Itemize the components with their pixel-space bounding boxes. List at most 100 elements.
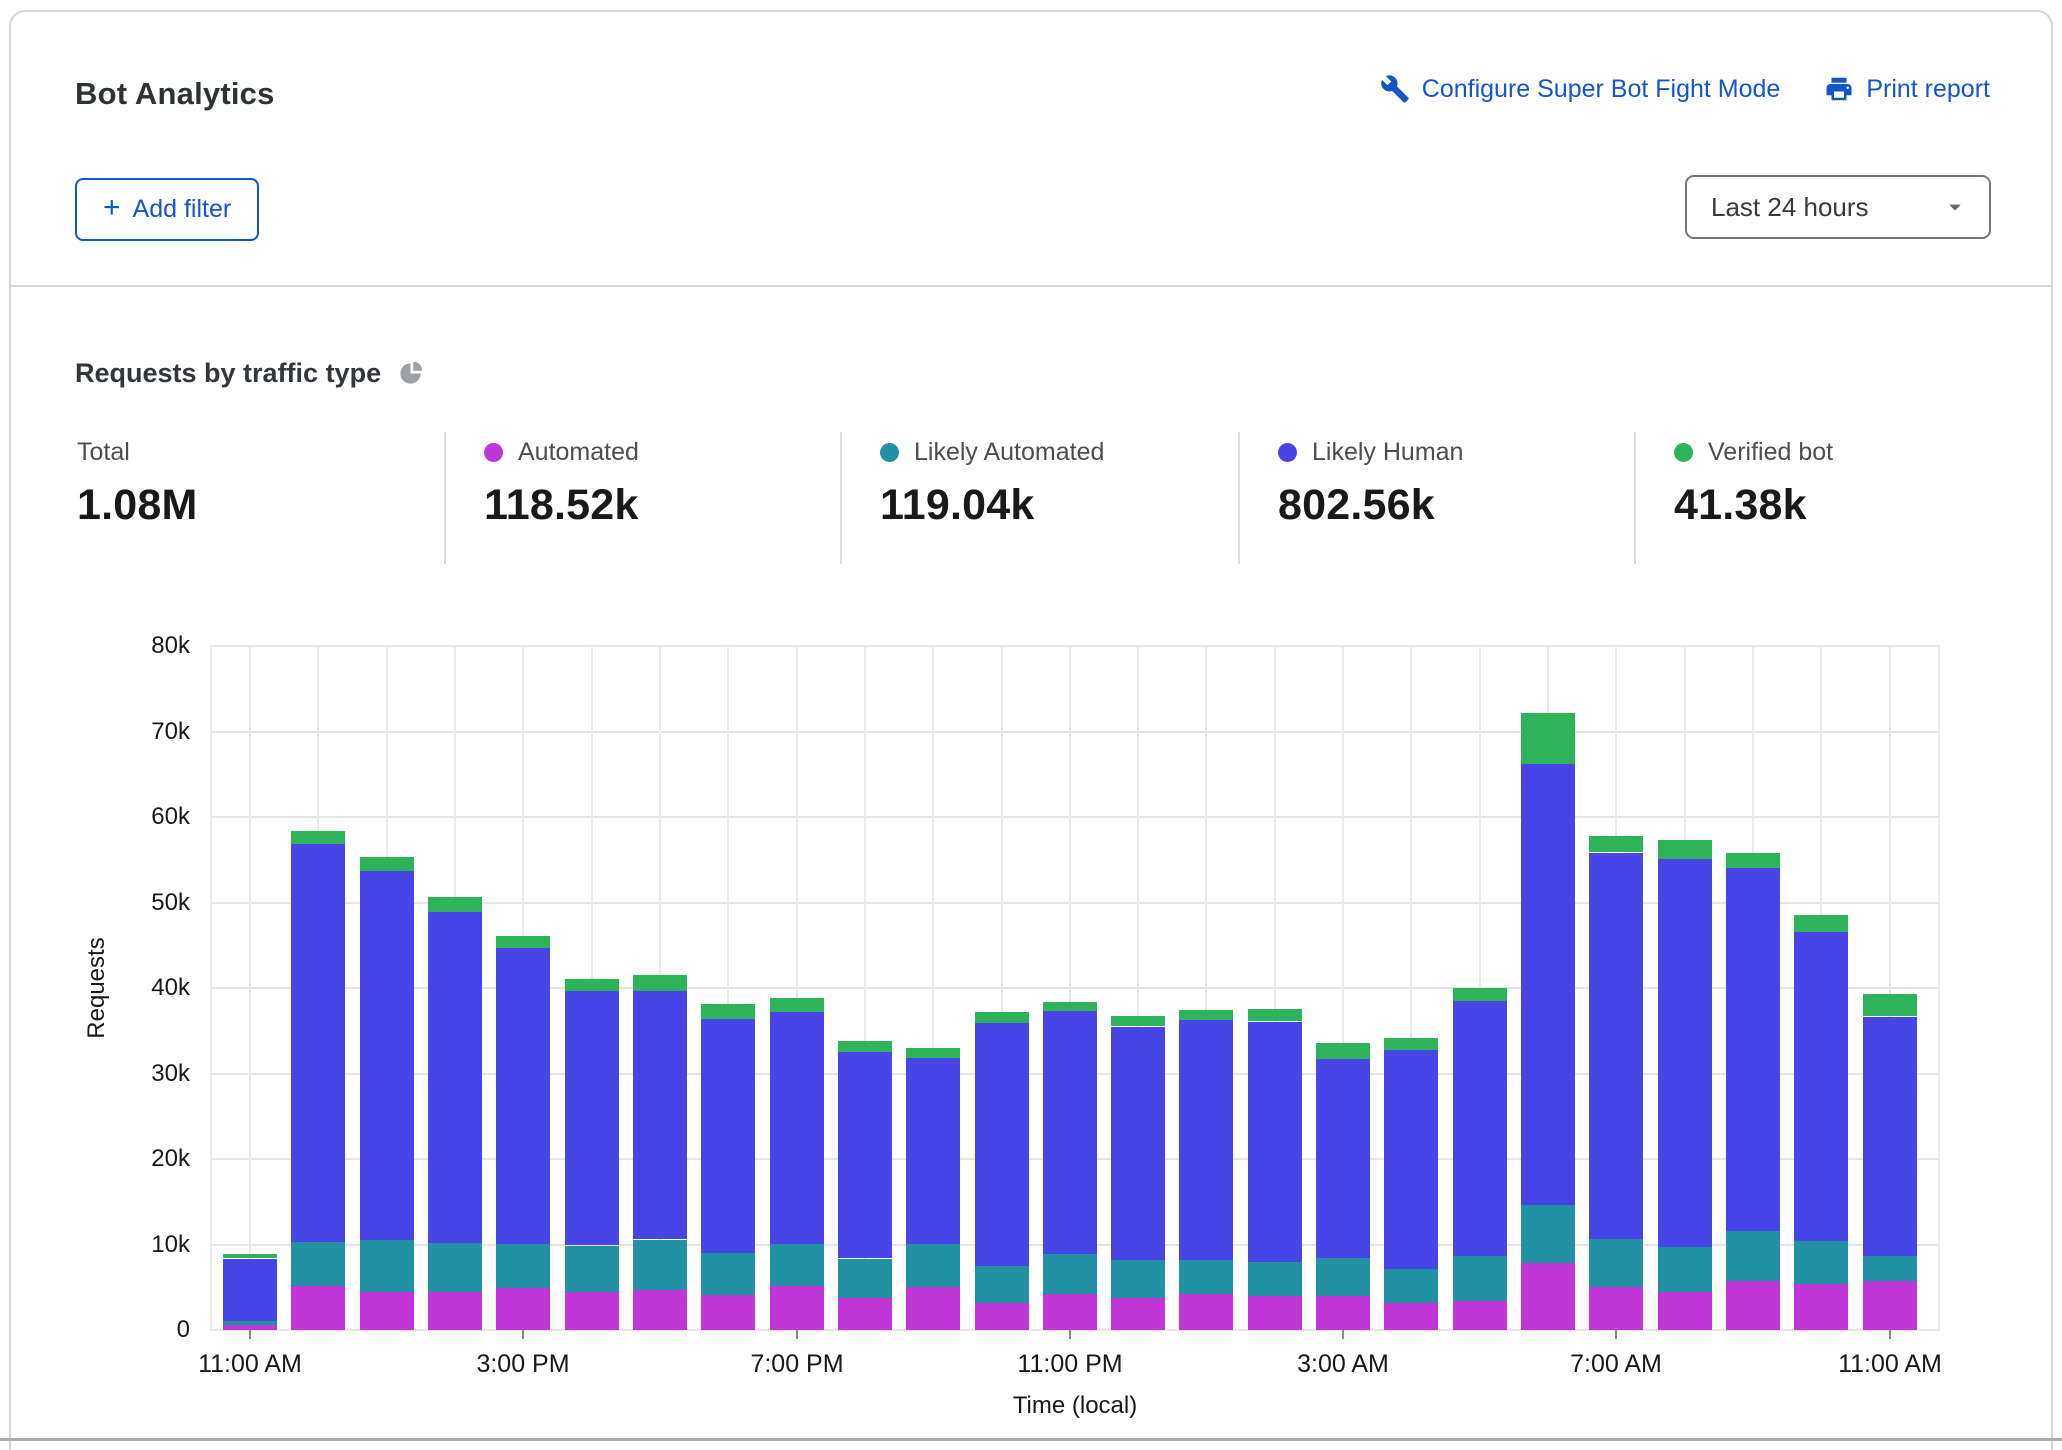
bar-segment-likely-automated[interactable]: [496, 1244, 550, 1288]
bar-segment-likely-human[interactable]: [1179, 1020, 1233, 1260]
bar-segment-automated[interactable]: [1384, 1303, 1438, 1330]
bar-segment-likely-automated[interactable]: [1453, 1256, 1507, 1301]
bar-segment-likely-automated[interactable]: [1179, 1260, 1233, 1294]
bar-segment-likely-automated[interactable]: [633, 1240, 687, 1290]
bar-segment-automated[interactable]: [496, 1288, 550, 1330]
bar-segment-likely-automated[interactable]: [1248, 1262, 1302, 1296]
bar-segment-automated[interactable]: [838, 1298, 892, 1330]
bar-segment-automated[interactable]: [1316, 1296, 1370, 1330]
bar-segment-automated[interactable]: [565, 1292, 619, 1330]
bar-segment-likely-human[interactable]: [1248, 1022, 1302, 1262]
bar-segment-likely-human[interactable]: [770, 1012, 824, 1244]
bar-segment-likely-automated[interactable]: [1794, 1241, 1848, 1284]
bar-segment-verified-bot[interactable]: [1658, 840, 1712, 859]
bar-segment-likely-automated[interactable]: [565, 1246, 619, 1292]
bar-segment-likely-human[interactable]: [1658, 859, 1712, 1247]
bar-segment-verified-bot[interactable]: [906, 1048, 960, 1058]
bar-segment-verified-bot[interactable]: [428, 897, 482, 912]
bar-segment-automated[interactable]: [770, 1286, 824, 1330]
bar-segment-likely-human[interactable]: [838, 1052, 892, 1258]
bar-segment-likely-human[interactable]: [1589, 853, 1643, 1239]
bar-segment-verified-bot[interactable]: [1384, 1038, 1438, 1050]
bar-segment-automated[interactable]: [1248, 1296, 1302, 1330]
bar-segment-likely-human[interactable]: [1316, 1059, 1370, 1258]
bar-segment-verified-bot[interactable]: [1111, 1016, 1165, 1026]
bar-segment-likely-human[interactable]: [360, 871, 414, 1240]
bar-segment-likely-human[interactable]: [1453, 1001, 1507, 1256]
bar-segment-likely-human[interactable]: [906, 1058, 960, 1244]
bar-segment-verified-bot[interactable]: [838, 1041, 892, 1052]
bar-segment-automated[interactable]: [1589, 1287, 1643, 1330]
bar-segment-likely-automated[interactable]: [1863, 1255, 1917, 1281]
bar-segment-verified-bot[interactable]: [1248, 1009, 1302, 1021]
bar-segment-likely-automated[interactable]: [770, 1243, 824, 1286]
bar-segment-verified-bot[interactable]: [1453, 988, 1507, 1001]
bar-segment-verified-bot[interactable]: [1179, 1010, 1233, 1020]
bar-segment-verified-bot[interactable]: [1794, 915, 1848, 932]
bar-segment-likely-automated[interactable]: [360, 1240, 414, 1292]
bar-segment-verified-bot[interactable]: [291, 831, 345, 844]
bar-segment-automated[interactable]: [1521, 1263, 1575, 1330]
bar-segment-automated[interactable]: [1453, 1301, 1507, 1330]
bar-segment-verified-bot[interactable]: [565, 979, 619, 991]
bar-segment-likely-human[interactable]: [565, 991, 619, 1245]
bar-segment-likely-human[interactable]: [1726, 868, 1780, 1231]
bar-segment-verified-bot[interactable]: [633, 975, 687, 991]
bar-segment-likely-automated[interactable]: [1726, 1231, 1780, 1281]
bar-segment-automated[interactable]: [291, 1286, 345, 1330]
bar-segment-likely-human[interactable]: [1043, 1011, 1097, 1254]
bar-segment-likely-human[interactable]: [633, 991, 687, 1239]
bar-segment-likely-human[interactable]: [1521, 764, 1575, 1205]
bar-segment-verified-bot[interactable]: [770, 998, 824, 1012]
bar-segment-automated[interactable]: [1794, 1284, 1848, 1330]
bar-segment-likely-human[interactable]: [1863, 1017, 1917, 1256]
bar-segment-likely-automated[interactable]: [975, 1265, 1029, 1303]
configure-super-bot-fight-mode-link[interactable]: Configure Super Bot Fight Mode: [1380, 74, 1781, 104]
bar-segment-likely-human[interactable]: [975, 1023, 1029, 1266]
bar-segment-automated[interactable]: [701, 1295, 755, 1330]
bar-segment-likely-human[interactable]: [291, 844, 345, 1242]
time-range-select[interactable]: Last 24 hours: [1685, 175, 1991, 239]
bar-segment-automated[interactable]: [1179, 1294, 1233, 1330]
bar-segment-verified-bot[interactable]: [1043, 1002, 1097, 1011]
bar-segment-verified-bot[interactable]: [360, 857, 414, 871]
bar-segment-verified-bot[interactable]: [1316, 1043, 1370, 1059]
bar-segment-likely-human[interactable]: [496, 947, 550, 1244]
bar-segment-likely-automated[interactable]: [1111, 1260, 1165, 1298]
bar-segment-verified-bot[interactable]: [496, 936, 550, 948]
bar-segment-automated[interactable]: [633, 1290, 687, 1330]
bar-segment-likely-human[interactable]: [1794, 931, 1848, 1241]
bar-segment-automated[interactable]: [1658, 1292, 1712, 1330]
bar-segment-likely-automated[interactable]: [223, 1321, 277, 1325]
bar-segment-verified-bot[interactable]: [701, 1004, 755, 1019]
bar-segment-verified-bot[interactable]: [975, 1012, 1029, 1023]
bar-segment-automated[interactable]: [1111, 1298, 1165, 1330]
bar-segment-likely-human[interactable]: [1111, 1027, 1165, 1260]
bar-segment-likely-automated[interactable]: [1589, 1238, 1643, 1287]
bar-segment-automated[interactable]: [360, 1292, 414, 1330]
bar-segment-verified-bot[interactable]: [1726, 853, 1780, 868]
print-report-link[interactable]: Print report: [1824, 74, 1990, 104]
bar-segment-likely-automated[interactable]: [906, 1243, 960, 1287]
bar-segment-likely-automated[interactable]: [701, 1253, 755, 1295]
bar-segment-likely-human[interactable]: [223, 1259, 277, 1321]
bar-segment-likely-automated[interactable]: [1384, 1269, 1438, 1303]
bar-segment-likely-automated[interactable]: [291, 1242, 345, 1286]
bar-segment-likely-automated[interactable]: [1043, 1254, 1097, 1294]
bar-segment-likely-automated[interactable]: [1658, 1247, 1712, 1292]
bar-segment-likely-automated[interactable]: [1316, 1258, 1370, 1296]
bar-segment-verified-bot[interactable]: [1863, 994, 1917, 1016]
add-filter-button[interactable]: + Add filter: [75, 178, 259, 241]
bar-segment-likely-automated[interactable]: [1521, 1205, 1575, 1263]
bar-segment-likely-automated[interactable]: [428, 1243, 482, 1292]
bar-segment-automated[interactable]: [975, 1303, 1029, 1330]
bar-segment-automated[interactable]: [906, 1287, 960, 1330]
bar-segment-verified-bot[interactable]: [223, 1254, 277, 1258]
bar-segment-verified-bot[interactable]: [1589, 836, 1643, 852]
bar-segment-automated[interactable]: [1863, 1281, 1917, 1330]
bar-segment-likely-human[interactable]: [701, 1019, 755, 1253]
bar-segment-automated[interactable]: [428, 1292, 482, 1330]
bar-segment-likely-human[interactable]: [428, 912, 482, 1243]
bar-segment-likely-human[interactable]: [1384, 1049, 1438, 1269]
bar-segment-automated[interactable]: [1726, 1281, 1780, 1330]
